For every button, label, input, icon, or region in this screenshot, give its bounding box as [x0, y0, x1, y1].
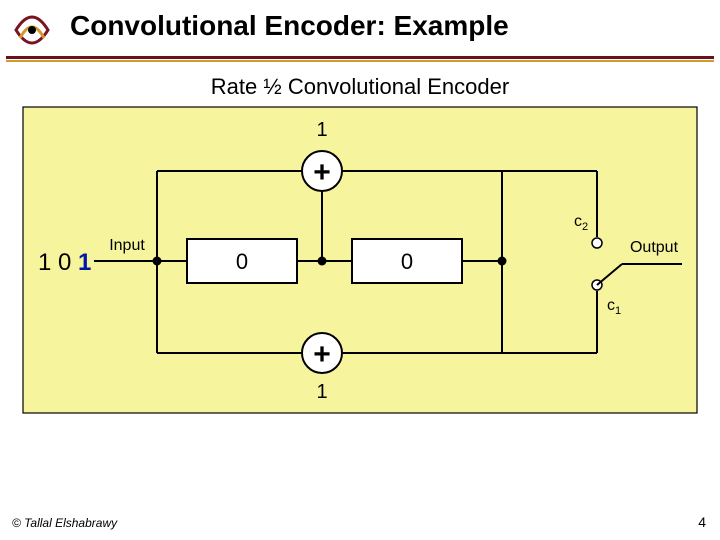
adder-top-symbol: +: [313, 156, 331, 189]
output-label: Output: [630, 239, 679, 256]
input-bit-0: 1: [38, 249, 51, 276]
shift-register-1: 0: [352, 239, 462, 283]
slide-logo: [10, 8, 54, 52]
adder-top-value: 1: [316, 119, 327, 141]
title-rule-gold: [6, 60, 714, 62]
page-title: Convolutional Encoder: Example: [70, 10, 509, 42]
adder-bottom-symbol: +: [313, 338, 331, 371]
slide: Convolutional Encoder: Example Rate ½ Co…: [0, 0, 720, 540]
logo-icon: [10, 8, 54, 52]
register-1-value: 0: [401, 249, 413, 274]
shift-register-0: 0: [187, 239, 297, 283]
encoder-diagram: 0 0 + 1: [22, 106, 698, 414]
input-bit-2-current: 1: [78, 249, 91, 276]
page-subtitle: Rate ½ Convolutional Encoder: [0, 74, 720, 100]
input-bit-1: 0: [58, 249, 71, 276]
input-label: Input: [109, 237, 145, 254]
register-0-value: 0: [236, 249, 248, 274]
footer-copyright: © Tallal Elshabrawy: [12, 516, 117, 530]
title-rule-dark: [6, 56, 714, 59]
switch-terminal-c2: [592, 238, 602, 248]
page-number: 4: [698, 514, 706, 530]
adder-bottom-value: 1: [316, 381, 327, 403]
